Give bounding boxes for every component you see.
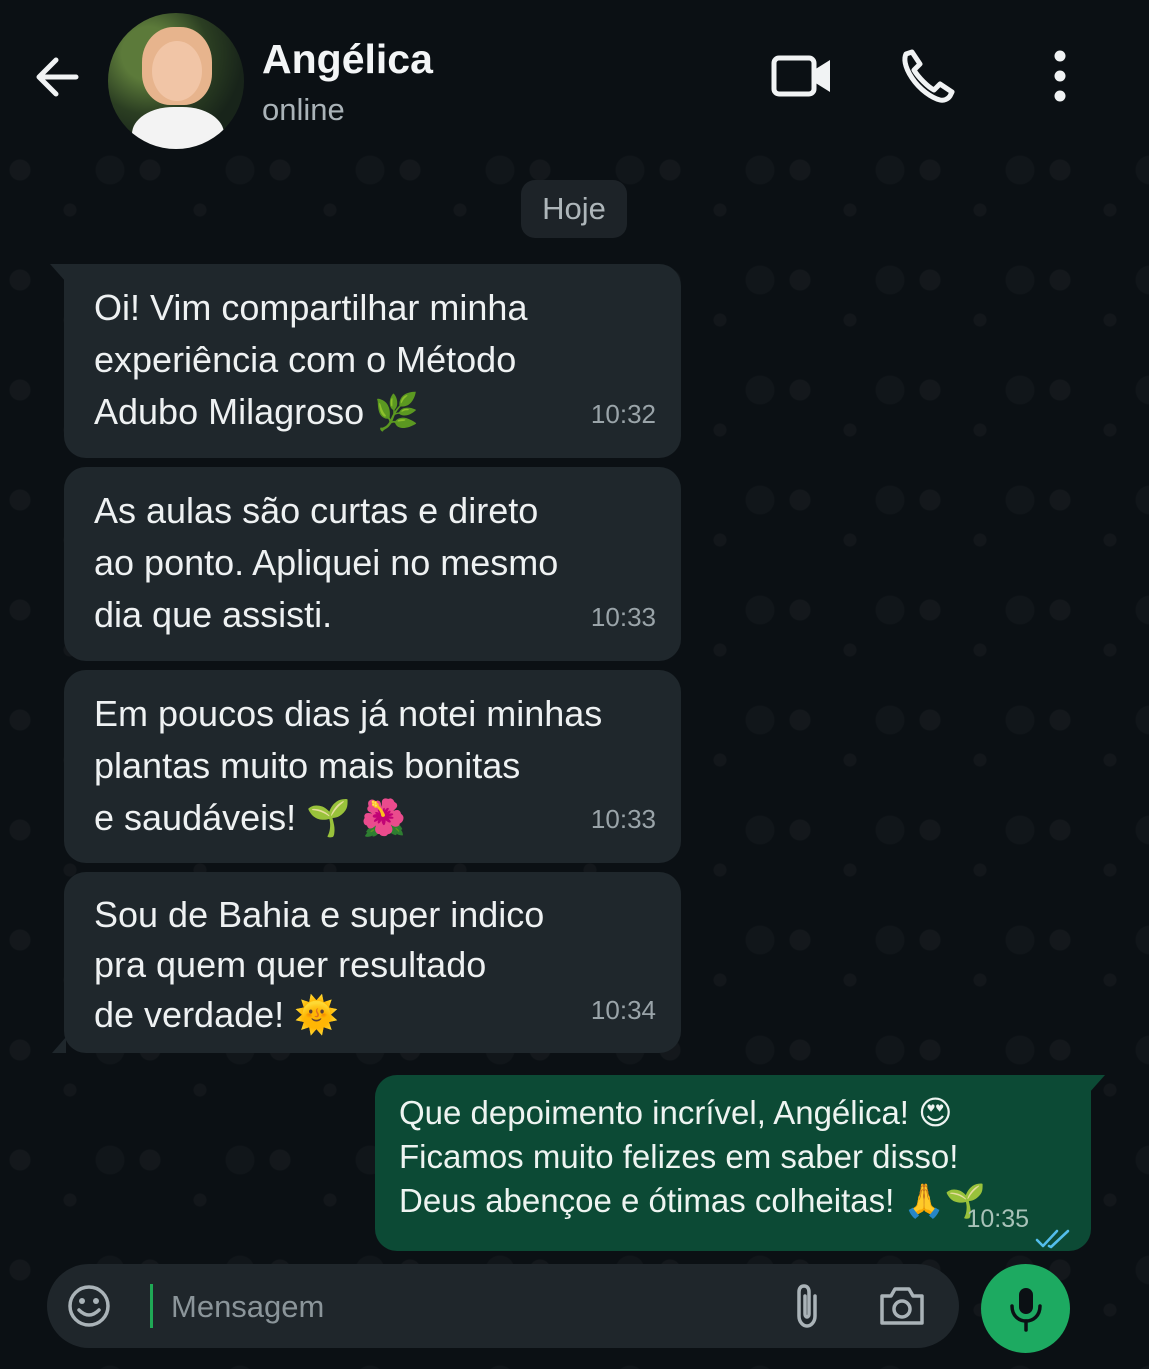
microphone-icon [1010, 1288, 1042, 1332]
back-arrow-icon[interactable] [30, 50, 84, 104]
phone-call-icon[interactable] [896, 44, 960, 108]
camera-icon[interactable] [877, 1284, 927, 1328]
paperclip-icon[interactable] [787, 1282, 827, 1330]
contact-avatar[interactable] [108, 13, 244, 149]
message-time: 10:33 [590, 602, 656, 632]
message-time: 10:32 [590, 399, 656, 429]
contact-status: online [262, 92, 345, 127]
contact-name[interactable]: Angélica [262, 36, 433, 83]
video-call-icon[interactable] [770, 46, 834, 106]
outgoing-message[interactable]: Que depoimento incrível, Angélica! 😍 Fic… [375, 1075, 1105, 1251]
message-input[interactable] [169, 1278, 733, 1336]
message-text: Oi! Vim compartilhar minha experiência c… [94, 287, 528, 432]
chat-header: Angélica online [0, 0, 1149, 150]
message-time: 10:35 [966, 1205, 1029, 1233]
message-text: Sou de Bahia e super indico pra quem que… [94, 894, 545, 1035]
message-composer [47, 1264, 959, 1348]
emoji-icon[interactable] [67, 1284, 111, 1328]
message-text: As aulas são curtas e direto ao ponto. A… [94, 490, 559, 635]
message-time: 10:34 [590, 995, 656, 1025]
incoming-message[interactable]: Oi! Vim compartilhar minha experiência c… [50, 264, 681, 458]
message-time: 10:33 [590, 804, 656, 834]
incoming-message[interactable]: As aulas são curtas e direto ao ponto. A… [64, 467, 681, 661]
double-check-read-icon [1035, 1217, 1071, 1249]
more-options-icon[interactable] [1038, 44, 1082, 108]
incoming-message[interactable]: Em poucos dias já notei minhas plantas m… [64, 670, 681, 863]
text-cursor [150, 1284, 153, 1328]
message-text: Em poucos dias já notei minhas plantas m… [94, 693, 603, 838]
incoming-message[interactable]: Sou de Bahia e super indico pra quem que… [52, 872, 681, 1053]
microphone-button[interactable] [981, 1264, 1070, 1353]
date-separator: Hoje [521, 180, 627, 238]
